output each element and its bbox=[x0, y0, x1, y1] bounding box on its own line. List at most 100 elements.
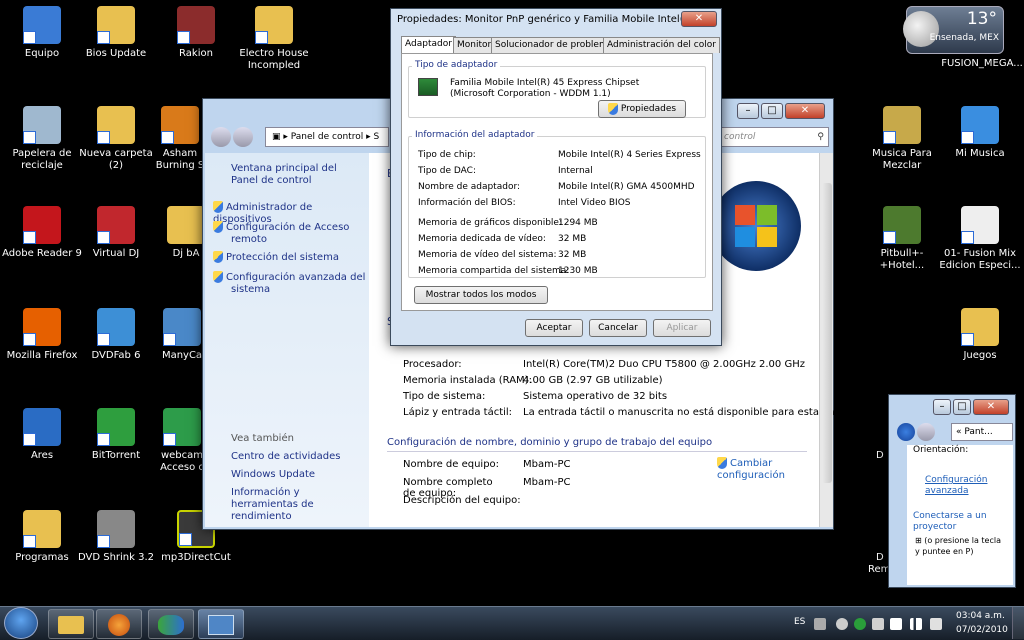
control-panel-icon bbox=[208, 615, 234, 635]
show-desktop-button[interactable] bbox=[1012, 607, 1024, 639]
see-also-action-center[interactable]: Centro de actividades bbox=[231, 451, 340, 463]
cancel-button[interactable]: Cancelar bbox=[589, 319, 647, 337]
desktop-icon-asham[interactable]: Asham Burning S bbox=[150, 106, 210, 172]
show-all-modes-button[interactable]: Mostrar todos los modos bbox=[414, 286, 548, 304]
taskbar-messenger[interactable] bbox=[148, 609, 194, 639]
shield-icon bbox=[213, 201, 223, 213]
weather-temperature: 13° bbox=[966, 9, 997, 29]
field-value: 1230 MB bbox=[558, 266, 598, 276]
nav-back-button[interactable] bbox=[211, 127, 231, 147]
field-value: 4.00 GB (2.97 GB utilizable) bbox=[523, 375, 663, 386]
adapter-properties-dialog[interactable]: Propiedades: Monitor PnP genérico y Fami… bbox=[390, 8, 722, 346]
desktop-icon[interactable]: Papelera de reciclaje bbox=[0, 106, 84, 172]
app-icon bbox=[97, 6, 135, 44]
desktop-icon[interactable]: BitTorrent bbox=[74, 408, 158, 462]
sidebar-home-link[interactable]: Ventana principal del Panel de control bbox=[231, 163, 365, 187]
security-icon[interactable] bbox=[854, 618, 866, 630]
keyboard-icon[interactable] bbox=[814, 618, 826, 630]
desktop-icon-fusion-mega[interactable]: FUSION_MEGA... bbox=[940, 58, 1024, 70]
window-close-button[interactable]: ✕ bbox=[785, 103, 825, 119]
windows-key-icon: ⊞ bbox=[915, 536, 925, 545]
ok-button[interactable]: Aceptar bbox=[525, 319, 583, 337]
dialog-close-button[interactable]: ✕ bbox=[681, 11, 717, 27]
desktop-icon[interactable]: Rakion bbox=[154, 6, 238, 60]
desktop-icon-manycam[interactable]: ManyCa bbox=[156, 308, 208, 362]
see-also-windows-update[interactable]: Windows Update bbox=[231, 469, 315, 481]
window-minimize-button[interactable]: – bbox=[737, 103, 759, 119]
desktop-icon-webcam[interactable]: webcam Acceso c bbox=[156, 408, 208, 474]
scrollbar[interactable] bbox=[819, 153, 833, 527]
camera-icon[interactable] bbox=[872, 618, 884, 630]
window-maximize-button[interactable]: □ bbox=[953, 399, 971, 415]
start-button[interactable] bbox=[4, 607, 38, 639]
firefox-icon bbox=[108, 614, 130, 636]
desktop-icon[interactable]: Mozilla Firefox bbox=[0, 308, 84, 362]
desktop-icon[interactable]: Ares bbox=[0, 408, 84, 462]
window-maximize-button[interactable]: □ bbox=[761, 103, 783, 119]
clock-date[interactable]: 07/02/2010 bbox=[956, 625, 1008, 635]
nav-back-button[interactable] bbox=[897, 423, 915, 441]
sidebar-item-advanced-settings[interactable]: Configuración avanzada del sistema bbox=[213, 271, 367, 296]
desktop-icon[interactable]: Equipo bbox=[0, 6, 84, 60]
tab-color-management[interactable]: Administración del color bbox=[603, 37, 720, 53]
app-icon bbox=[883, 106, 921, 144]
app-icon bbox=[97, 106, 135, 144]
sidebar-item-system-protection[interactable]: Protección del sistema bbox=[213, 251, 367, 264]
address-bar[interactable]: « Pant... bbox=[951, 423, 1013, 441]
shield-icon bbox=[607, 102, 618, 115]
window-close-button[interactable]: ✕ bbox=[973, 399, 1009, 415]
window-minimize-button[interactable]: – bbox=[933, 399, 951, 415]
taskbar-control-panel[interactable] bbox=[198, 609, 244, 639]
change-settings-link[interactable]: Cambiar configuración bbox=[717, 457, 807, 482]
desktop-icon[interactable]: Juegos bbox=[938, 308, 1022, 362]
app-icon bbox=[961, 206, 999, 244]
desktop-icon[interactable]: Virtual DJ bbox=[74, 206, 158, 260]
clock-time[interactable]: 03:04 a.m. bbox=[956, 611, 1005, 621]
projector-link[interactable]: Conectarse a un proyector bbox=[913, 511, 1007, 533]
tab-adaptador[interactable]: Adaptador bbox=[401, 36, 456, 54]
field-label: Tipo de sistema: bbox=[403, 391, 486, 402]
desktop-icon[interactable]: DVD Shrink 3.2 bbox=[74, 510, 158, 564]
language-indicator[interactable]: ES bbox=[794, 617, 805, 627]
desktop-icon[interactable]: Programas bbox=[0, 510, 84, 564]
app-icon bbox=[23, 510, 61, 548]
search-input[interactable]: control ⚲ bbox=[719, 127, 829, 147]
sidebar-item-remote-access[interactable]: Configuración de Acceso remoto bbox=[213, 221, 367, 246]
desktop-icon[interactable]: Pitbull+-+Hotel... bbox=[860, 206, 944, 272]
see-also-heading: Vea también bbox=[231, 433, 294, 444]
breadcrumb-root[interactable]: Panel de control bbox=[291, 132, 363, 142]
desktop-icon[interactable]: Bios Update bbox=[74, 6, 158, 60]
advanced-settings-link[interactable]: Configuración avanzada bbox=[925, 475, 1005, 497]
desktop-icon[interactable]: Electro House Incompled bbox=[232, 6, 316, 72]
desktop-icon[interactable]: Musica Para Mezclar bbox=[860, 106, 944, 172]
weather-gadget[interactable]: 13° Ensenada, MEX bbox=[903, 6, 1004, 54]
desktop-icon[interactable]: Mi Musica bbox=[938, 106, 1022, 160]
network-map-icon[interactable] bbox=[836, 618, 848, 630]
desktop-icon[interactable]: Nueva carpeta (2) bbox=[74, 106, 158, 172]
display-settings-window[interactable]: – □ ✕ « Pant... Orientación: Configuraci… bbox=[888, 394, 1016, 588]
volume-icon[interactable] bbox=[930, 618, 942, 630]
shield-icon bbox=[213, 271, 223, 283]
nav-forward-button[interactable] bbox=[233, 127, 253, 147]
weather-city: Ensenada, MEX bbox=[929, 33, 999, 43]
adapter-properties-button[interactable]: Propiedades bbox=[598, 100, 686, 118]
field-label: Tipo de DAC: bbox=[418, 166, 476, 176]
apply-button[interactable]: Aplicar bbox=[653, 319, 711, 337]
field-label: Nombre de adaptador: bbox=[418, 182, 521, 192]
search-icon[interactable]: ⚲ bbox=[817, 128, 824, 146]
nav-forward-button[interactable] bbox=[917, 423, 935, 441]
field-label: Memoria instalada (RAM): bbox=[403, 375, 532, 386]
content-pane: Orientación: Configuración avanzada Cone… bbox=[907, 445, 1013, 585]
field-label: Procesador: bbox=[403, 359, 462, 370]
taskbar-firefox[interactable] bbox=[96, 609, 142, 639]
flag-icon[interactable] bbox=[890, 618, 902, 630]
address-bar[interactable]: ▣ ▸ Panel de control ▸ S bbox=[265, 127, 389, 147]
desktop-icon[interactable]: DVDFab 6 bbox=[74, 308, 158, 362]
sidebar: Ventana principal del Panel de control A… bbox=[205, 153, 369, 527]
taskbar-explorer[interactable] bbox=[48, 609, 94, 639]
signal-icon[interactable] bbox=[910, 618, 922, 630]
desktop-icon[interactable]: 01- Fusion Mix Edicion Especi... bbox=[938, 206, 1022, 272]
tab-monitor[interactable]: Monitor bbox=[453, 37, 496, 53]
see-also-performance[interactable]: Información y herramientas de rendimient… bbox=[231, 487, 365, 523]
desktop-icon[interactable]: Adobe Reader 9 bbox=[0, 206, 84, 260]
